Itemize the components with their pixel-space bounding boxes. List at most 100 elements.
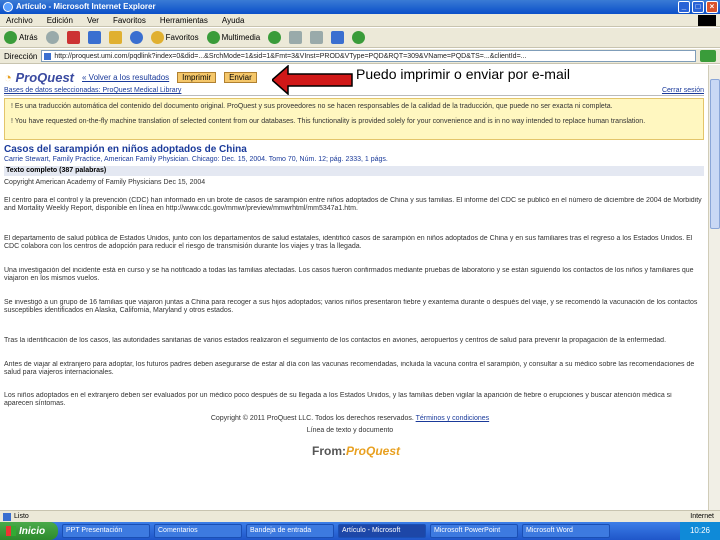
search-button[interactable] [129, 31, 143, 44]
footer-copyright-text: Copyright © 2011 ProQuest LLC. Todos los… [210, 415, 414, 422]
multimedia-label: Multimedia [221, 33, 261, 42]
windows-flag-icon [6, 526, 16, 536]
proquest-swirl-icon: ◔ [4, 69, 12, 85]
status-text: Listo [14, 513, 29, 520]
security-zone: Internet [690, 513, 714, 520]
printer-icon [310, 31, 324, 44]
address-input[interactable]: http://proquest.umi.com/pqdlink?index=0&… [41, 50, 696, 62]
close-button[interactable]: × [706, 1, 718, 13]
refresh-button[interactable] [87, 31, 101, 44]
window-titlebar: Artículo - Microsoft Internet Explorer _… [0, 0, 720, 14]
star-icon [150, 31, 164, 44]
article-paragraph: Los niños adoptados en el extranjero deb… [4, 392, 672, 407]
terms-link[interactable]: Términos y condiciones [416, 415, 490, 422]
back-label: Atrás [19, 33, 38, 42]
browser-toolbar: Atrás Favoritos Multimedia [0, 28, 720, 48]
start-label: Inicio [19, 525, 46, 537]
footer-copyright: Copyright © 2011 ProQuest LLC. Todos los… [0, 415, 700, 422]
proquest-header: ◔ ProQuest « Volver a los resultados Imp… [4, 68, 704, 86]
fulltext-section-header: Texto completo (387 palabras) [4, 166, 704, 176]
from-brand: ProQuest [346, 444, 401, 458]
taskbar-item[interactable]: PPT Presentación [62, 524, 150, 538]
proquest-subnav: Bases de datos seleccionadas: ProQuest M… [4, 87, 704, 96]
refresh-icon [87, 31, 101, 44]
article-title: Casos del sarampión en niños adoptados d… [4, 144, 247, 155]
proquest-logo[interactable]: ◔ ProQuest [4, 70, 74, 85]
minimize-button[interactable]: _ [678, 1, 690, 13]
messenger-button[interactable] [352, 31, 366, 44]
article-paragraph: El departamento de salud pública de Esta… [4, 235, 693, 250]
taskbar-item[interactable]: Bandeja de entrada [246, 524, 334, 538]
menu-help[interactable]: Ayuda [222, 16, 245, 25]
translation-warning: ! Es una traducción automática del conte… [4, 98, 704, 140]
print-toolbar-button[interactable] [310, 31, 324, 44]
mail-icon [289, 31, 303, 44]
stop-button[interactable] [66, 31, 80, 44]
callout-text: Puedo imprimir o enviar por e-mail [356, 66, 570, 82]
forward-arrow-icon [45, 31, 59, 44]
send-button[interactable]: Enviar [224, 71, 257, 83]
menu-edit[interactable]: Edición [47, 16, 73, 25]
scrollbar-thumb[interactable] [710, 79, 720, 229]
article-paragraph: El centro para el control y la prevenció… [4, 197, 702, 212]
article-paragraph: Tras la identificación de los casos, las… [4, 337, 667, 344]
from-proquest-logo: From:ProQuest [312, 444, 400, 458]
multimedia-button[interactable]: Multimedia [206, 31, 261, 44]
address-label: Dirección [4, 51, 38, 61]
taskbar-item[interactable]: Microsoft PowerPoint [430, 524, 518, 538]
article-copyright: Copyright American Academy of Family Phy… [4, 179, 206, 186]
vertical-scrollbar[interactable] [708, 65, 720, 510]
edit-button[interactable] [331, 31, 345, 44]
system-tray-clock[interactable]: 10:26 [680, 522, 720, 540]
windows-taskbar: Inicio PPT Presentación Comentarios Band… [0, 522, 720, 540]
menu-tools[interactable]: Herramientas [160, 16, 208, 25]
article-paragraph: Una investigación del incidente está en … [4, 267, 694, 282]
taskbar-item[interactable]: Comentarios [154, 524, 242, 538]
page-status-icon [3, 513, 11, 521]
taskbar-item-active[interactable]: Artículo - Microsoft [338, 524, 426, 538]
mail-button[interactable] [289, 31, 303, 44]
article-paragraph: Se investigó a un grupo de 16 familias q… [4, 299, 698, 314]
logout-link[interactable]: Cerrar sesión [662, 87, 704, 95]
windows-logo-icon [698, 15, 716, 26]
maximize-button[interactable]: □ [692, 1, 704, 13]
messenger-icon [352, 31, 366, 44]
menu-file[interactable]: Archivo [6, 16, 33, 25]
edit-icon [331, 31, 345, 44]
favorites-label: Favoritos [165, 33, 199, 42]
home-icon [108, 31, 122, 44]
history-button[interactable] [268, 31, 282, 44]
page-icon [44, 53, 52, 60]
menu-bar: Archivo Edición Ver Favoritos Herramient… [0, 14, 720, 27]
go-button[interactable] [700, 50, 716, 62]
back-button[interactable]: Atrás [4, 31, 38, 44]
article-meta[interactable]: Carrie Stewart, Family Practice, America… [4, 156, 388, 163]
print-button[interactable]: Imprimir [177, 71, 217, 83]
menu-favorites[interactable]: Favoritos [113, 16, 146, 25]
favorites-button[interactable]: Favoritos [150, 31, 199, 44]
window-controls: _ □ × [678, 1, 718, 13]
article-paragraph: Antes de viajar al extranjero para adopt… [4, 361, 695, 376]
search-icon [129, 31, 143, 44]
forward-button[interactable] [45, 31, 59, 44]
warning-line-2: ! You have requested on-the-fly machine … [11, 118, 646, 125]
media-icon [206, 31, 220, 44]
history-icon [268, 31, 282, 44]
window-title: Artículo - Microsoft Internet Explorer [16, 2, 156, 11]
proquest-logo-text: ProQuest [15, 69, 74, 85]
stop-icon [66, 31, 80, 44]
from-label: From: [312, 444, 346, 458]
ie-icon [3, 2, 13, 12]
page-content: ◔ ProQuest « Volver a los resultados Imp… [0, 65, 720, 510]
taskbar-item[interactable]: Microsoft Word [522, 524, 610, 538]
warning-line-1: ! Es una traducción automática del conte… [11, 103, 613, 110]
back-to-results-link[interactable]: « Volver a los resultados [82, 73, 169, 82]
home-button[interactable] [108, 31, 122, 44]
back-arrow-icon [4, 31, 17, 44]
selected-databases-link[interactable]: Bases de datos seleccionadas: ProQuest M… [4, 87, 181, 95]
footer-line: Línea de texto y documento [306, 427, 394, 434]
address-url: http://proquest.umi.com/pqdlink?index=0&… [54, 53, 527, 60]
start-button[interactable]: Inicio [0, 522, 58, 540]
menu-view[interactable]: Ver [87, 16, 99, 25]
status-bar: Listo Internet [0, 510, 720, 522]
